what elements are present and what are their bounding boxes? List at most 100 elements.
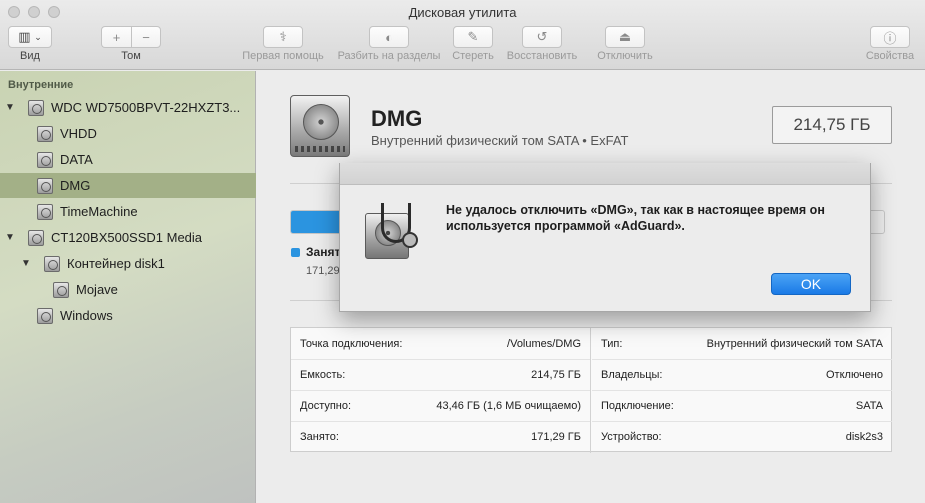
sidebar-item-label: TimeMachine — [60, 204, 138, 219]
info-key: Емкость: — [300, 369, 346, 381]
used-color-swatch — [291, 247, 300, 257]
info-value: 214,75 ГБ — [531, 369, 581, 381]
hard-drive-icon — [37, 151, 53, 168]
unmount-label: Отключить — [597, 50, 653, 62]
restore-icon: ↺ — [536, 29, 548, 44]
info-row: Тип: Внутренний физический том SATA — [592, 328, 892, 359]
info-value: 43,46 ГБ (1,6 МБ очищаемо) — [436, 400, 581, 412]
toolbar: Дисковая утилита ▥ ⌄ Вид + − Том ⚕ Перва… — [0, 0, 925, 70]
info-button[interactable]: ⓘ — [870, 26, 910, 48]
sidebar-item-label: Mojave — [76, 282, 118, 297]
sidebar-item-label: Контейнер disk1 — [67, 256, 165, 271]
sidebar-item-windows[interactable]: Windows — [0, 303, 256, 328]
sidebar-item-label: DATA — [60, 152, 93, 167]
info-label: Свойства — [865, 50, 915, 62]
info-key: Доступно: — [300, 400, 352, 412]
unmount-button[interactable]: ⏏ — [605, 26, 645, 48]
info-row: Доступно: 43,46 ГБ (1,6 МБ очищаемо) — [291, 390, 590, 421]
disk-utility-app-icon — [365, 203, 418, 263]
volume-description: Внутренний физический том SATA • ExFAT — [371, 133, 629, 148]
info-row: Точка подключения: /Volumes/DMG — [291, 328, 590, 359]
sidebar-item-wdc-disk[interactable]: ▼ WDC WD7500BPVT-22HXZT3... — [0, 95, 256, 120]
restore-label: Восстановить — [506, 50, 578, 62]
sidebar-item-label: Windows — [60, 308, 113, 323]
disclosure-triangle-icon[interactable]: ▼ — [4, 102, 16, 113]
view-control[interactable]: ▥ ⌄ Вид — [8, 26, 52, 62]
sidebar-item-ct120-disk[interactable]: ▼ CT120BX500SSD1 Media — [0, 225, 256, 250]
sidebar-item-vhdd[interactable]: VHDD — [0, 121, 256, 146]
remove-volume-button[interactable]: − — [131, 26, 161, 48]
pie-icon: ◐ — [385, 29, 393, 45]
window-title: Дисковая утилита — [408, 5, 517, 20]
eject-icon: ⏏ — [618, 29, 632, 44]
sidebar: Внутренние ▼ WDC WD7500BPVT-22HXZT3... V… — [0, 71, 256, 503]
erase-button[interactable]: ✎ — [453, 26, 493, 48]
sidebar-section-header: Внутренние — [8, 79, 74, 91]
sidebar-item-timemachine[interactable]: TimeMachine — [0, 199, 256, 224]
info-row: Подключение: SATA — [592, 390, 892, 421]
hard-drive-icon — [37, 307, 53, 324]
info-icon: ⓘ — [883, 30, 897, 46]
restore-control: ↺ Восстановить — [502, 26, 582, 62]
unmount-error-alert: Не удалось отключить «DMG», так как в на… — [339, 163, 871, 312]
hard-drive-icon — [37, 203, 53, 220]
add-volume-button[interactable]: + — [101, 26, 131, 48]
view-button[interactable]: ▥ ⌄ — [8, 26, 52, 48]
info-value: 171,29 ГБ — [531, 431, 581, 443]
info-row: Устройство: disk2s3 — [592, 421, 892, 452]
partition-label: Разбить на разделы — [337, 50, 441, 62]
partition-control: ◐ Разбить на разделы — [333, 26, 445, 62]
restore-button[interactable]: ↺ — [522, 26, 562, 48]
first-aid-label: Первая помощь — [242, 50, 324, 62]
erase-label: Стереть — [452, 50, 494, 62]
info-value: /Volumes/DMG — [507, 337, 581, 350]
info-key: Владельцы: — [601, 369, 663, 381]
info-value: disk2s3 — [845, 431, 883, 443]
info-column-right: Тип: Внутренний физический том SATA Владе… — [592, 328, 892, 453]
alert-message: Не удалось отключить «DMG», так как в на… — [446, 203, 825, 233]
ok-button[interactable]: OK — [771, 273, 851, 295]
volume-size-badge: 214,75 ГБ — [772, 106, 892, 144]
unmount-control: ⏏ Отключить — [593, 26, 657, 62]
disclosure-triangle-icon[interactable]: ▼ — [4, 232, 16, 243]
volume-name: DMG — [371, 106, 423, 131]
hard-drive-icon — [37, 125, 53, 142]
first-aid-control: ⚕ Первая помощь — [238, 26, 328, 62]
first-aid-button[interactable]: ⚕ — [263, 26, 303, 48]
hard-drive-icon — [53, 281, 69, 298]
sidebar-item-label: VHDD — [60, 126, 97, 141]
info-key: Занято: — [300, 431, 339, 443]
hard-drive-icon — [37, 177, 53, 194]
stethoscope-icon — [381, 203, 418, 248]
erase-icon: ✎ — [467, 29, 479, 44]
sidebar-item-label: DMG — [60, 178, 91, 193]
erase-control: ✎ Стереть — [449, 26, 497, 62]
sidebar-item-data[interactable]: DATA — [0, 147, 256, 172]
info-value: Отключено — [826, 369, 883, 381]
hard-drive-icon — [44, 255, 60, 272]
info-control: ⓘ Свойства — [862, 26, 918, 62]
sidebar-icon: ▥ — [18, 29, 31, 44]
info-value: SATA — [855, 400, 883, 412]
hard-drive-icon — [28, 229, 44, 246]
chevron-down-icon: ⌄ — [34, 31, 42, 42]
volume-control: + − Том — [101, 26, 161, 62]
sidebar-item-label: CT120BX500SSD1 Media — [51, 230, 203, 245]
info-value: Внутренний физический том SATA — [706, 337, 883, 350]
sidebar-item-container-disk1[interactable]: ▼ Контейнер disk1 — [0, 251, 256, 276]
used-legend-value: 171,29 — [306, 265, 340, 277]
sidebar-item-mojave[interactable]: Mojave — [0, 277, 256, 302]
sidebar-item-dmg[interactable]: DMG — [0, 173, 256, 198]
info-row: Владельцы: Отключено — [592, 359, 892, 390]
info-key: Устройство: — [601, 431, 662, 443]
used-legend-label: Занят — [306, 245, 341, 259]
info-key: Подключение: — [601, 400, 674, 412]
info-row: Емкость: 214,75 ГБ — [291, 359, 590, 390]
view-label: Вид — [20, 50, 40, 62]
partition-button[interactable]: ◐ — [369, 26, 409, 48]
info-key: Тип: — [601, 337, 623, 350]
volume-info-table: Точка подключения: /Volumes/DMG Емкость: 2… — [290, 327, 892, 453]
alert-sheet-header — [340, 163, 870, 185]
disclosure-triangle-icon[interactable]: ▼ — [20, 258, 32, 269]
hard-drive-icon — [290, 95, 350, 157]
